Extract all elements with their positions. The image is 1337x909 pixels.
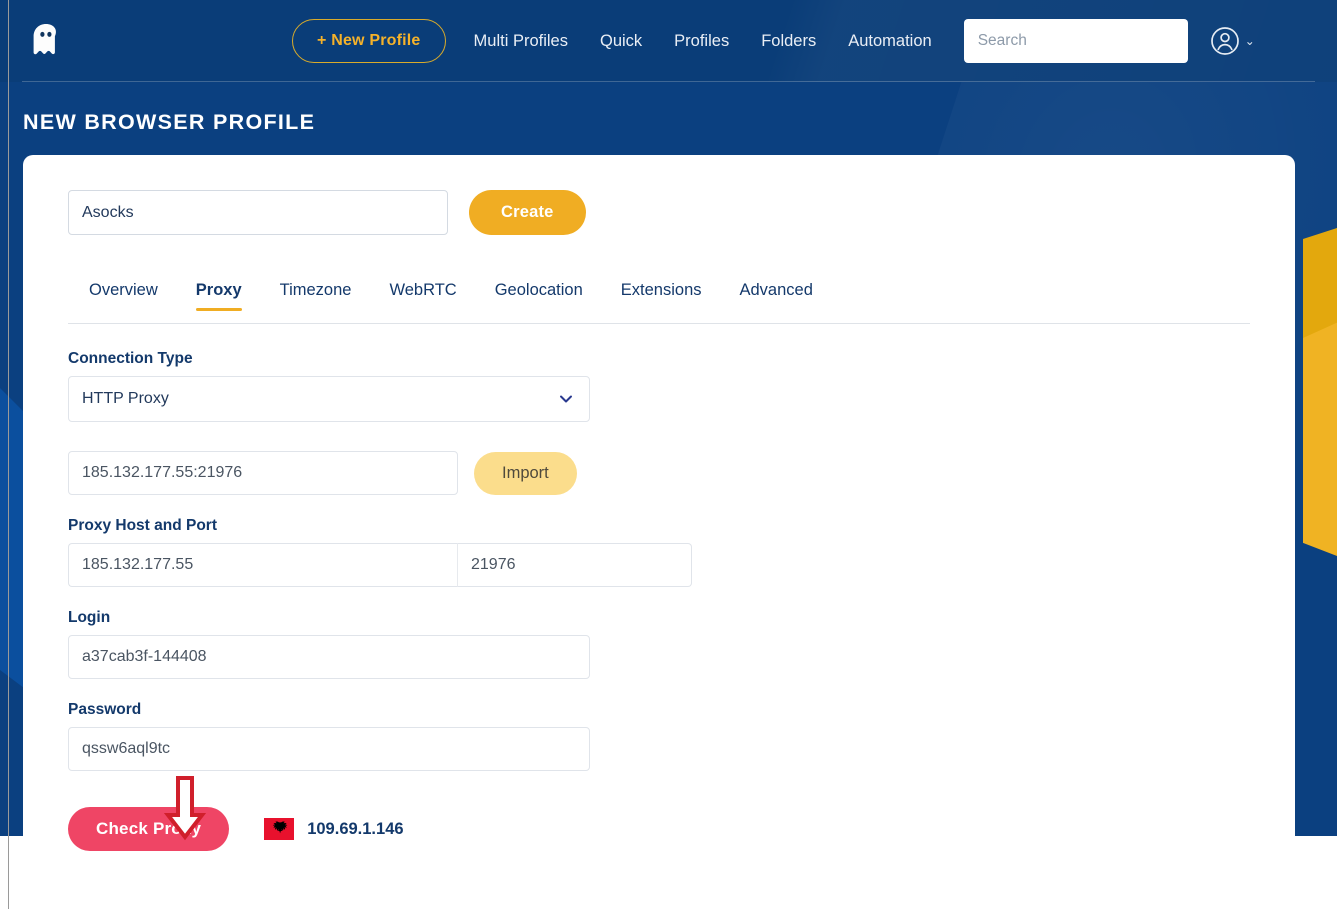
- profile-settings-card: Create Overview Proxy Timezone WebRTC Ge…: [23, 155, 1295, 909]
- check-proxy-button[interactable]: Check Proxy: [68, 807, 230, 851]
- topbar-divider: [22, 81, 1315, 82]
- proxy-import-row: Import: [68, 451, 1250, 495]
- search-input[interactable]: [963, 19, 1188, 63]
- detected-ip-group: 109.69.1.146: [264, 818, 404, 840]
- nav-item-folders[interactable]: Folders: [761, 32, 816, 51]
- login-input[interactable]: [68, 635, 590, 679]
- nav-item-quick[interactable]: Quick: [600, 32, 642, 51]
- decorative-left-shape: [0, 388, 24, 688]
- detected-ip-value: 109.69.1.146: [307, 819, 404, 838]
- albania-flag-icon: [264, 818, 295, 840]
- app-root: + New Profile Multi Profiles Quick Profi…: [0, 0, 1337, 909]
- main-nav: Multi Profiles Quick Profiles Folders Au…: [474, 32, 932, 51]
- check-proxy-row: Check Proxy 109.69.1.146: [68, 807, 1250, 851]
- tab-timezone[interactable]: Timezone: [261, 281, 371, 311]
- connection-type-value: HTTP Proxy: [82, 390, 169, 407]
- proxy-port-input[interactable]: [458, 543, 692, 587]
- ghost-logo-icon[interactable]: [24, 19, 68, 63]
- page-title: NEW BROWSER PROFILE: [23, 110, 316, 134]
- connection-type-select-wrap: HTTP Proxy: [68, 376, 590, 422]
- tab-geolocation[interactable]: Geolocation: [476, 281, 602, 311]
- proxy-host-input[interactable]: [68, 543, 458, 587]
- password-input[interactable]: [68, 727, 590, 771]
- nav-item-multi-profiles[interactable]: Multi Profiles: [474, 32, 568, 51]
- proxy-host-port-row: [68, 543, 692, 587]
- user-circle-icon: [1210, 26, 1240, 56]
- tab-webrtc[interactable]: WebRTC: [370, 281, 475, 311]
- create-button[interactable]: Create: [469, 190, 586, 235]
- top-navigation-bar: + New Profile Multi Profiles Quick Profi…: [0, 0, 1337, 82]
- decorative-right-shape-dark: [1303, 228, 1337, 338]
- left-edge-rule: [8, 0, 9, 909]
- tab-advanced[interactable]: Advanced: [721, 281, 832, 311]
- connection-type-label: Connection Type: [68, 350, 193, 367]
- connection-type-select[interactable]: HTTP Proxy: [68, 376, 590, 422]
- nav-item-profiles[interactable]: Profiles: [674, 32, 729, 51]
- new-profile-button[interactable]: + New Profile: [292, 19, 446, 63]
- tab-overview[interactable]: Overview: [68, 281, 177, 311]
- proxy-host-port-label: Proxy Host and Port: [68, 517, 217, 534]
- chevron-down-icon: ⌄: [1244, 34, 1255, 48]
- proxy-string-input[interactable]: [68, 451, 458, 495]
- tab-extensions[interactable]: Extensions: [602, 281, 721, 311]
- profile-name-input[interactable]: [68, 190, 448, 235]
- tabs-divider: [68, 323, 1250, 324]
- profile-name-row: Create: [68, 190, 1250, 235]
- login-label: Login: [68, 609, 111, 626]
- password-label: Password: [68, 701, 142, 718]
- import-button[interactable]: Import: [474, 451, 577, 495]
- settings-tabs: Overview Proxy Timezone WebRTC Geolocati…: [68, 281, 1250, 324]
- user-account-menu[interactable]: ⌄: [1210, 26, 1255, 56]
- nav-item-automation[interactable]: Automation: [848, 32, 931, 51]
- tab-proxy[interactable]: Proxy: [177, 281, 261, 311]
